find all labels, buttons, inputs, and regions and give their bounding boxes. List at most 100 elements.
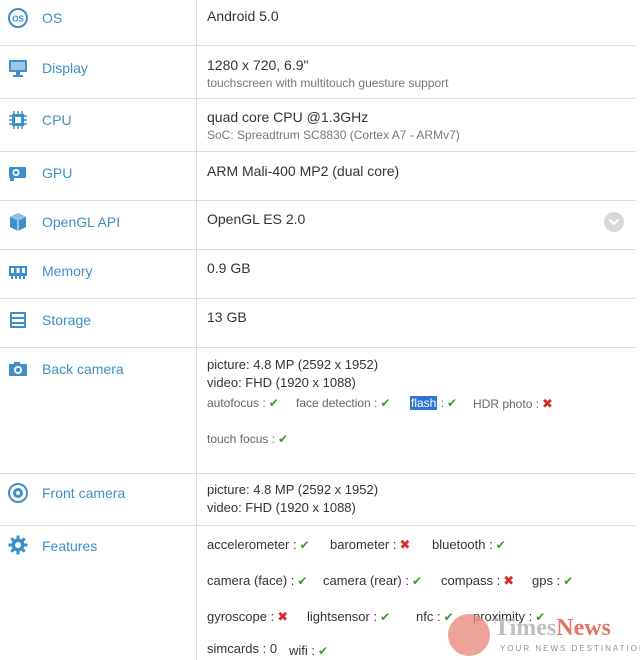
item-label: : [437, 396, 445, 410]
watermark-title: TimesNews [494, 615, 611, 642]
os-value: Android 5.0 [207, 8, 279, 24]
opengl-value: OpenGL ES 2.0 [207, 211, 306, 227]
back-camera-label: Back camera [42, 361, 124, 377]
item-label: camera (face) : [207, 573, 295, 588]
row-memory: Memory 0.9 GB [0, 250, 636, 299]
flag-autofocus: autofocus : ✔ [207, 396, 279, 410]
label-cell: GPU [0, 152, 197, 200]
cross-icon: ✖ [399, 537, 411, 552]
row-back-camera: Back camera picture: 4.8 MP (2592 x 1952… [0, 348, 636, 474]
label-cell: Storage [0, 299, 197, 347]
cross-icon: ✖ [277, 609, 289, 624]
check-icon: ✔ [380, 396, 391, 410]
check-icon: ✔ [411, 574, 423, 588]
label-cell: OS OS [0, 0, 197, 45]
storage-icon [10, 312, 26, 328]
feature-wifi: wifi : ✔ [289, 643, 328, 658]
display-subvalue: touchscreen with multitouch guesture sup… [207, 76, 449, 90]
watermark-tagline: YOUR NEWS DESTINATION [500, 644, 640, 653]
item-label: camera (rear) : [323, 573, 409, 588]
label-cell: Front camera [0, 474, 197, 525]
features-label: Features [42, 538, 98, 554]
label-cell: Memory [0, 250, 197, 298]
flag-flash: flash : ✔ [410, 396, 457, 410]
os-label: OS [42, 10, 63, 26]
watermark-logo: TimesNews YOUR NEWS DESTINATION [446, 612, 640, 658]
display-label: Display [42, 60, 88, 76]
label-cell: OpenGL API [0, 201, 197, 249]
row-opengl: OpenGL API OpenGL ES 2.0 [0, 201, 636, 250]
item-label: Times [494, 615, 557, 641]
opengl-label: OpenGL API [42, 214, 121, 230]
chevron-down-icon [608, 218, 620, 226]
back-camera-picture: picture: 4.8 MP (2592 x 1952) [207, 357, 379, 372]
row-os: OS OS Android 5.0 [0, 0, 636, 46]
back-camera-video: video: FHD (1920 x 1088) [207, 375, 356, 390]
item-label: gps : [532, 573, 561, 588]
item-label: face detection : [296, 396, 378, 410]
svg-text:OS: OS [12, 15, 24, 24]
label-cell: Back camera [0, 348, 197, 473]
flag-touch-focus: touch focus : ✔ [207, 432, 288, 446]
row-storage: Storage 13 GB [0, 299, 636, 348]
os-icon: OS [8, 8, 28, 28]
gear-icon [8, 535, 28, 555]
camera-icon [9, 362, 27, 376]
cpu-value: quad core CPU @1.3GHz [207, 109, 369, 125]
feature-compass: compass : ✖ [441, 573, 514, 589]
item-label: HDR photo : [473, 397, 540, 411]
front-camera-label: Front camera [42, 485, 126, 501]
item-label: autofocus : [207, 396, 266, 410]
item-label: News [556, 615, 611, 641]
gpu-label: GPU [42, 165, 73, 181]
check-icon: ✔ [380, 610, 391, 624]
memory-value: 0.9 GB [207, 260, 251, 276]
row-cpu: CPU quad core CPU @1.3GHz SoC: Spreadtru… [0, 99, 636, 152]
check-icon: ✔ [297, 574, 308, 588]
row-gpu: GPU ARM Mali-400 MP2 (dual core) [0, 152, 636, 201]
storage-value: 13 GB [207, 309, 247, 325]
cross-icon: ✖ [503, 573, 515, 588]
check-icon: ✔ [495, 538, 506, 552]
check-icon: ✔ [318, 644, 329, 658]
item-label: barometer : [330, 537, 397, 552]
flag-face-detection: face detection : ✔ [296, 396, 390, 410]
feature-camera-rear: camera (rear) : ✔ [323, 573, 422, 588]
feature-simcards: simcards : 0 [207, 641, 278, 656]
label-cell: CPU [0, 99, 197, 151]
cpu-icon [9, 111, 27, 129]
item-label: nfc : [416, 609, 441, 624]
front-camera-icon [8, 483, 28, 503]
label-cell: Features [0, 526, 197, 660]
front-camera-picture: picture: 4.8 MP (2592 x 1952) [207, 482, 379, 497]
feature-bluetooth: bluetooth : ✔ [432, 537, 506, 552]
feature-camera-face: camera (face) : ✔ [207, 573, 307, 588]
check-icon: ✔ [563, 574, 574, 588]
label-cell: Display [0, 46, 197, 98]
item-label: gyroscope : [207, 609, 275, 624]
item-label: accelerometer : [207, 537, 297, 552]
check-icon: ✔ [278, 432, 289, 446]
memory-icon [9, 266, 27, 279]
watermark-emblem [448, 614, 490, 656]
storage-label: Storage [42, 312, 92, 328]
feature-gyroscope: gyroscope : ✖ [207, 609, 288, 625]
feature-accelerometer: accelerometer : ✔ [207, 537, 310, 552]
row-display: Display 1280 x 720, 6.9" touchscreen wit… [0, 46, 636, 99]
item-label: lightsensor : [307, 609, 378, 624]
cross-icon: ✖ [542, 396, 553, 411]
cube-icon [10, 213, 26, 231]
item-label: wifi : [289, 643, 315, 658]
display-icon [9, 60, 27, 77]
front-camera-video: video: FHD (1920 x 1088) [207, 500, 356, 515]
row-front-camera: Front camera picture: 4.8 MP (2592 x 195… [0, 474, 636, 526]
check-icon: ✔ [447, 396, 458, 410]
feature-lightsensor: lightsensor : ✔ [307, 609, 390, 624]
item-label: flash [410, 396, 438, 410]
expand-button[interactable] [604, 212, 624, 232]
flag-hdr-photo: HDR photo : ✖ [473, 396, 553, 412]
memory-label: Memory [42, 263, 93, 279]
item-label: bluetooth : [432, 537, 493, 552]
feature-barometer: barometer : ✖ [330, 537, 410, 553]
check-icon: ✔ [268, 396, 279, 410]
